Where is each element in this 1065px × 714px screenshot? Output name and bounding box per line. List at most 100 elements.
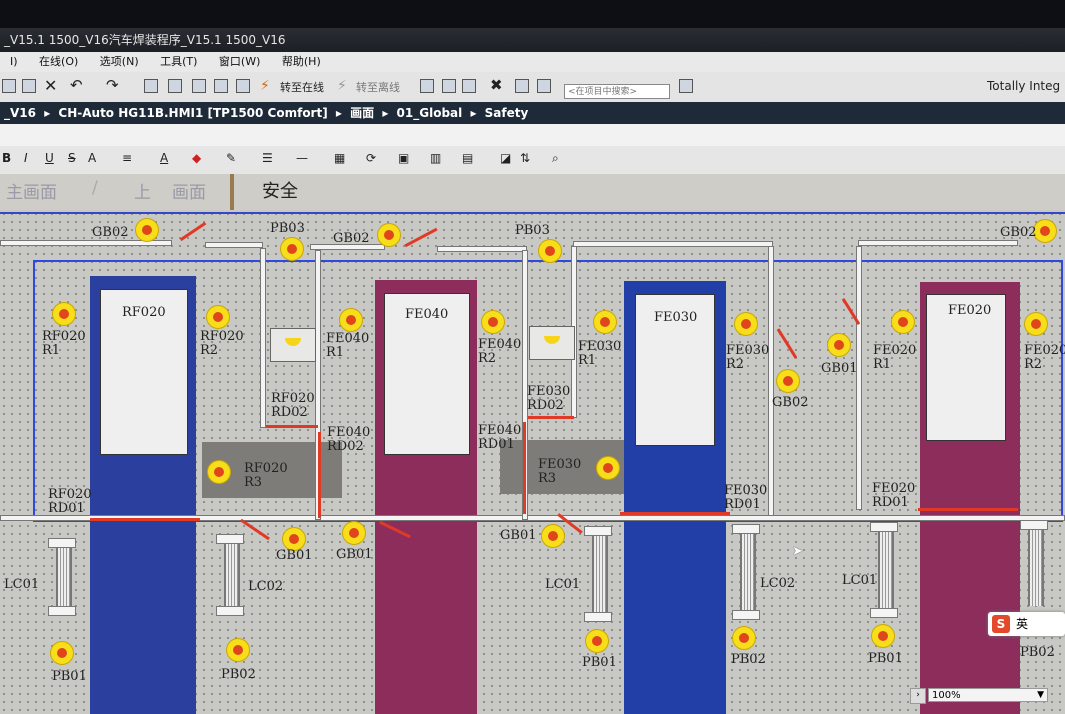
sensor-gb01[interactable] <box>828 334 850 356</box>
fill-color-icon[interactable]: ◆ <box>192 151 201 165</box>
group-icon[interactable]: ▣ <box>398 151 409 165</box>
label-pb03: PB03 <box>270 221 305 236</box>
go-offline-icon[interactable]: ⚡ <box>337 78 347 94</box>
sensor-pb01[interactable] <box>872 625 894 647</box>
sensor-pb02[interactable] <box>227 639 249 661</box>
italic-button[interactable]: I <box>24 151 28 165</box>
font-size-button[interactable]: A <box>88 151 96 165</box>
ime-language: 英 <box>1016 617 1029 631</box>
label-gb01: GB01 <box>821 361 858 376</box>
sensor-pb02[interactable] <box>733 627 755 649</box>
layer-icon[interactable]: ⇅ <box>520 151 530 165</box>
redo-icon[interactable]: ↷ <box>106 76 119 94</box>
line-width-icon[interactable]: ☰ <box>262 151 273 165</box>
sensor-gb01[interactable] <box>343 522 365 544</box>
line-color-icon[interactable]: ✎ <box>226 151 236 165</box>
breadcrumb-sep-icon: ▸ <box>44 106 51 120</box>
menu-item-tools[interactable]: 工具(T) <box>160 55 197 68</box>
label-pb03: PB03 <box>515 223 550 238</box>
breadcrumb-project[interactable]: _V16 <box>4 106 36 120</box>
sensor-pb01[interactable] <box>51 642 73 664</box>
label-gb02: GB02 <box>333 231 370 246</box>
menu-item-window[interactable]: 窗口(W) <box>219 55 260 68</box>
sensor-fe030-r3[interactable] <box>597 457 619 479</box>
nav-separator: / <box>92 178 98 198</box>
sensor-fe030-r2[interactable] <box>735 313 757 335</box>
prev-screen-button[interactable]: 上 <box>134 178 151 203</box>
underline-button[interactable]: U <box>45 151 54 165</box>
sensor-rf020-r3[interactable] <box>208 461 230 483</box>
print-icon[interactable] <box>2 79 16 93</box>
line-style-icon[interactable]: — <box>296 151 308 165</box>
undo-icon[interactable]: ↶ <box>70 76 83 94</box>
split-vertical-icon[interactable] <box>537 79 551 93</box>
flip-icon[interactable]: ◪ <box>500 151 511 165</box>
main-toolbar: ✕ ↶ ↷ ⚡ 转至在线 ⚡ 转至离线 ✖ Totally Integ <box>0 72 1065 103</box>
menu-item-online[interactable]: 在线(O) <box>39 55 78 68</box>
screen-button[interactable]: 画面 <box>172 178 206 203</box>
split-horizontal-icon[interactable] <box>515 79 529 93</box>
go-online-icon[interactable]: ⚡ <box>260 78 270 94</box>
font-color-button[interactable]: A <box>160 151 168 165</box>
project-search-input[interactable]: <在项目中搜索> <box>564 84 670 99</box>
sensor-pb01[interactable] <box>586 630 608 652</box>
cell-fe040[interactable]: FE040 <box>375 280 477 714</box>
cross-reference-icon[interactable]: ✖ <box>490 76 503 94</box>
align-icon[interactable]: ≡ <box>122 151 132 165</box>
menu-item-options[interactable]: 选项(N) <box>100 55 139 68</box>
sensor-gb02[interactable] <box>1034 220 1056 242</box>
compile-icon[interactable] <box>144 79 158 93</box>
warning-lamp <box>270 328 316 362</box>
start-cpu-icon[interactable] <box>442 79 456 93</box>
cell-rf020[interactable]: RF020 <box>90 276 196 714</box>
cell-fe030[interactable]: FE030 <box>624 281 726 714</box>
copy-icon[interactable] <box>22 79 36 93</box>
chevron-down-icon[interactable]: ▼ <box>1037 689 1044 702</box>
breadcrumb-folder[interactable]: 01_Global <box>397 106 463 120</box>
menu-item-partial[interactable]: I) <box>10 55 18 68</box>
go-online-button[interactable]: 转至在线 <box>280 79 324 95</box>
strike-button[interactable]: S <box>68 151 76 165</box>
sensor-fe020-r1[interactable] <box>892 311 914 333</box>
scroll-right-icon[interactable]: › <box>910 688 926 704</box>
breadcrumb-screens[interactable]: 画面 <box>350 106 374 120</box>
breadcrumb-screen[interactable]: Safety <box>485 106 529 120</box>
sensor-fe020-r2[interactable] <box>1025 313 1047 335</box>
sensor-gb02[interactable] <box>378 224 400 246</box>
sensor-fe040-r2[interactable] <box>482 311 504 333</box>
simulate-start-icon[interactable] <box>236 79 250 93</box>
distribute-icon[interactable]: ▥ <box>430 151 441 165</box>
ime-indicator[interactable]: S 英 <box>988 612 1065 636</box>
accessible-devices-icon[interactable] <box>420 79 434 93</box>
menu-item-help[interactable]: 帮助(H) <box>282 55 321 68</box>
sensor-pb03[interactable] <box>281 238 303 260</box>
delete-icon[interactable]: ✕ <box>44 76 57 95</box>
sensor-gb02[interactable] <box>136 219 158 241</box>
sensor-fe030-r1[interactable] <box>594 311 616 333</box>
bold-button[interactable]: B <box>2 151 11 165</box>
sensor-gb01[interactable] <box>542 525 564 547</box>
cell-rf020-label: RF020 <box>122 305 166 320</box>
cell-fe020[interactable]: FE020 <box>920 282 1020 714</box>
sensor-gb01[interactable] <box>283 528 305 550</box>
fence-rail-top <box>858 240 1018 246</box>
align-objects-icon[interactable]: ▤ <box>462 151 473 165</box>
zoom-icon[interactable]: ⌕ <box>552 151 559 166</box>
arrange-icon[interactable]: ▦ <box>334 151 345 165</box>
upload-icon[interactable] <box>192 79 206 93</box>
download-icon[interactable] <box>168 79 182 93</box>
sensor-gb02[interactable] <box>777 370 799 392</box>
simulate-icon[interactable] <box>214 79 228 93</box>
stop-cpu-icon[interactable] <box>462 79 476 93</box>
label-gb01: GB01 <box>276 548 313 563</box>
search-go-icon[interactable] <box>679 79 693 93</box>
sensor-pb03[interactable] <box>539 240 561 262</box>
main-screen-button[interactable]: 主画面 <box>6 178 57 203</box>
breadcrumb-hmi[interactable]: CH-Auto HG11B.HMI1 [TP1500 Comfort] <box>58 106 327 120</box>
sensor-rf020-r2[interactable] <box>207 306 229 328</box>
sensor-fe040-r1[interactable] <box>340 309 362 331</box>
sensor-rf020-r1[interactable] <box>53 303 75 325</box>
go-offline-button[interactable]: 转至离线 <box>356 79 400 95</box>
zoom-select[interactable]: 100% ▼ <box>928 688 1048 702</box>
rotate-icon[interactable]: ⟳ <box>366 151 376 165</box>
